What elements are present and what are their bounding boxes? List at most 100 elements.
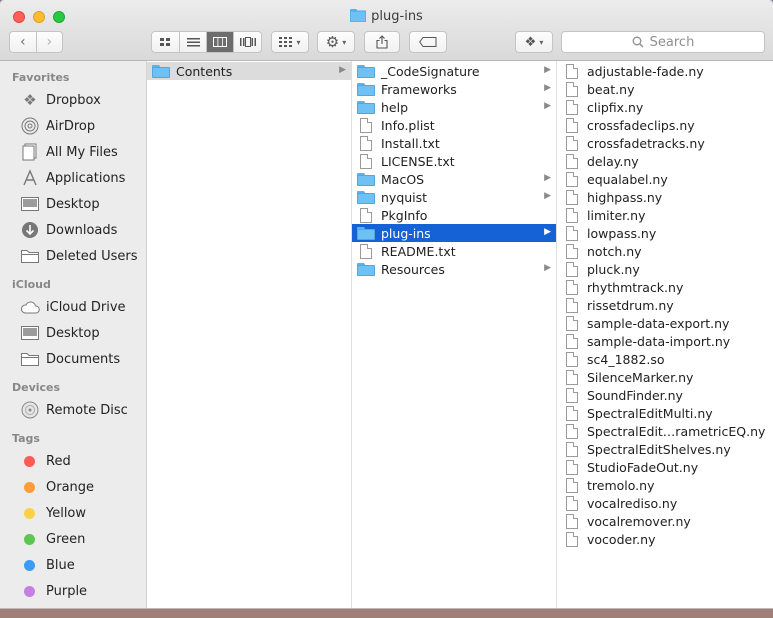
file-row[interactable]: rhythmtrack.ny [557, 278, 773, 296]
sidebar-item-desktop[interactable]: Desktop [0, 191, 146, 217]
item-label: lowpass.ny [587, 225, 657, 241]
file-row[interactable]: tremolo.ny [557, 476, 773, 494]
file-row[interactable]: highpass.ny [557, 188, 773, 206]
file-row[interactable]: vocalrediso.ny [557, 494, 773, 512]
file-row[interactable]: sample-data-export.ny [557, 314, 773, 332]
folder-row[interactable]: nyquist ▶ [352, 188, 556, 206]
item-label: PkgInfo [381, 207, 428, 223]
search-field[interactable]: Search [561, 31, 765, 53]
sidebar-item-all-my-files[interactable]: All My Files [0, 139, 146, 165]
action-button[interactable]: ⚙ ▾ [317, 31, 355, 53]
sidebar-item-downloads[interactable]: Downloads [0, 217, 146, 243]
file-row[interactable]: SpectralEdit…rametricEQ.ny [557, 422, 773, 440]
sidebar-tag-orange[interactable]: Orange [0, 474, 146, 500]
sidebar-item-icloud-drive[interactable]: iCloud Drive [0, 294, 146, 320]
file-row[interactable]: Install.txt [352, 134, 556, 152]
document-icon [566, 387, 578, 403]
file-row[interactable]: sample-data-import.ny [557, 332, 773, 350]
sidebar-tag-blue[interactable]: Blue [0, 552, 146, 578]
back-button[interactable]: ‹ [10, 32, 37, 52]
file-row[interactable]: SpectralEditShelves.ny [557, 440, 773, 458]
document-icon [566, 225, 578, 241]
file-row[interactable]: sc4_1882.so [557, 350, 773, 368]
sidebar-tag-green[interactable]: Green [0, 526, 146, 552]
sidebar-item-icloud-desktop[interactable]: Desktop [0, 320, 146, 346]
sidebar-item-airdrop[interactable]: AirDrop [0, 113, 146, 139]
folder-row[interactable]: Contents ▶ [147, 62, 351, 80]
file-row[interactable]: Info.plist [352, 116, 556, 134]
file-row[interactable]: README.txt [352, 242, 556, 260]
sidebar-item-dropbox[interactable]: ❖ Dropbox [0, 87, 146, 113]
browser-column-2: _CodeSignature ▶ Frameworks ▶ help ▶ Info.plis… [352, 61, 557, 608]
file-row[interactable]: beat.ny [557, 80, 773, 98]
file-row[interactable]: limiter.ny [557, 206, 773, 224]
document-icon [360, 207, 372, 223]
file-row[interactable]: StudioFadeOut.ny [557, 458, 773, 476]
item-label: tremolo.ny [587, 477, 655, 493]
sidebar-item-label: Orange [46, 479, 95, 495]
folder-icon [357, 262, 375, 276]
forward-button[interactable]: › [37, 32, 63, 52]
file-row[interactable]: lowpass.ny [557, 224, 773, 242]
item-label: sample-data-export.ny [587, 315, 730, 331]
sidebar-item-applications[interactable]: Applications [0, 165, 146, 191]
sidebar-item-documents[interactable]: Documents [0, 346, 146, 372]
file-row[interactable]: pluck.ny [557, 260, 773, 278]
gallery-view-button[interactable] [234, 32, 261, 52]
file-row[interactable]: adjustable-fade.ny [557, 62, 773, 80]
file-row[interactable]: crossfadeclips.ny [557, 116, 773, 134]
file-row[interactable]: equalabel.ny [557, 170, 773, 188]
file-row[interactable]: LICENSE.txt [352, 152, 556, 170]
sidebar-tag-yellow[interactable]: Yellow [0, 500, 146, 526]
folder-icon [357, 82, 375, 96]
folder-row[interactable]: Resources ▶ [352, 260, 556, 278]
document-icon [566, 405, 578, 421]
window-title: plug-ins [0, 9, 773, 24]
edit-tags-button[interactable] [409, 31, 447, 53]
file-row[interactable]: SoundFinder.ny [557, 386, 773, 404]
sidebar-item-label: Green [46, 531, 86, 547]
browser-column-1: Contents ▶ [147, 61, 352, 608]
file-row[interactable]: vocalremover.ny [557, 512, 773, 530]
folder-row[interactable]: Frameworks ▶ [352, 80, 556, 98]
icon-view-button[interactable] [152, 32, 180, 52]
sidebar-item-remote-disc[interactable]: Remote Disc [0, 397, 146, 423]
search-icon [632, 36, 644, 48]
folder-icon [20, 246, 40, 266]
disclosure-arrow-icon: ▶ [544, 65, 551, 75]
document-icon [566, 333, 578, 349]
dropbox-icon: ❖ [524, 34, 537, 50]
folder-row[interactable]: plug-ins ▶ [352, 224, 556, 242]
document-icon [566, 135, 578, 151]
file-row[interactable]: SilenceMarker.ny [557, 368, 773, 386]
file-row[interactable]: clipfix.ny [557, 98, 773, 116]
sidebar-item-deleted-users[interactable]: Deleted Users [0, 243, 146, 269]
arrange-button[interactable]: ▾ [271, 31, 309, 53]
file-row[interactable]: notch.ny [557, 242, 773, 260]
share-button[interactable] [364, 31, 400, 53]
sidebar-item-label: Purple [46, 583, 88, 599]
document-icon [566, 243, 578, 259]
item-label: highpass.ny [587, 189, 663, 205]
item-label: delay.ny [587, 153, 639, 169]
file-row[interactable]: delay.ny [557, 152, 773, 170]
document-icon [566, 99, 578, 115]
file-row[interactable]: rissetdrum.ny [557, 296, 773, 314]
folder-row[interactable]: MacOS ▶ [352, 170, 556, 188]
folder-row[interactable]: _CodeSignature ▶ [352, 62, 556, 80]
column-view-button[interactable] [207, 32, 235, 52]
file-row[interactable]: PkgInfo [352, 206, 556, 224]
file-row[interactable]: crossfadetracks.ny [557, 134, 773, 152]
sidebar-tag-red[interactable]: Red [0, 448, 146, 474]
list-view-button[interactable] [180, 32, 208, 52]
sidebar-tag-purple[interactable]: Purple [0, 578, 146, 604]
file-row[interactable]: SpectralEditMulti.ny [557, 404, 773, 422]
sidebar-item-label: Desktop [46, 196, 100, 212]
chevron-down-icon: ▾ [539, 37, 544, 47]
item-label: crossfadeclips.ny [587, 117, 695, 133]
file-row[interactable]: vocoder.ny [557, 530, 773, 548]
disclosure-arrow-icon: ▶ [544, 263, 551, 273]
dropbox-menu-button[interactable]: ❖ ▾ [515, 31, 553, 53]
sidebar: Favorites ❖ Dropbox AirDrop All My Files… [0, 61, 147, 608]
folder-row[interactable]: help ▶ [352, 98, 556, 116]
